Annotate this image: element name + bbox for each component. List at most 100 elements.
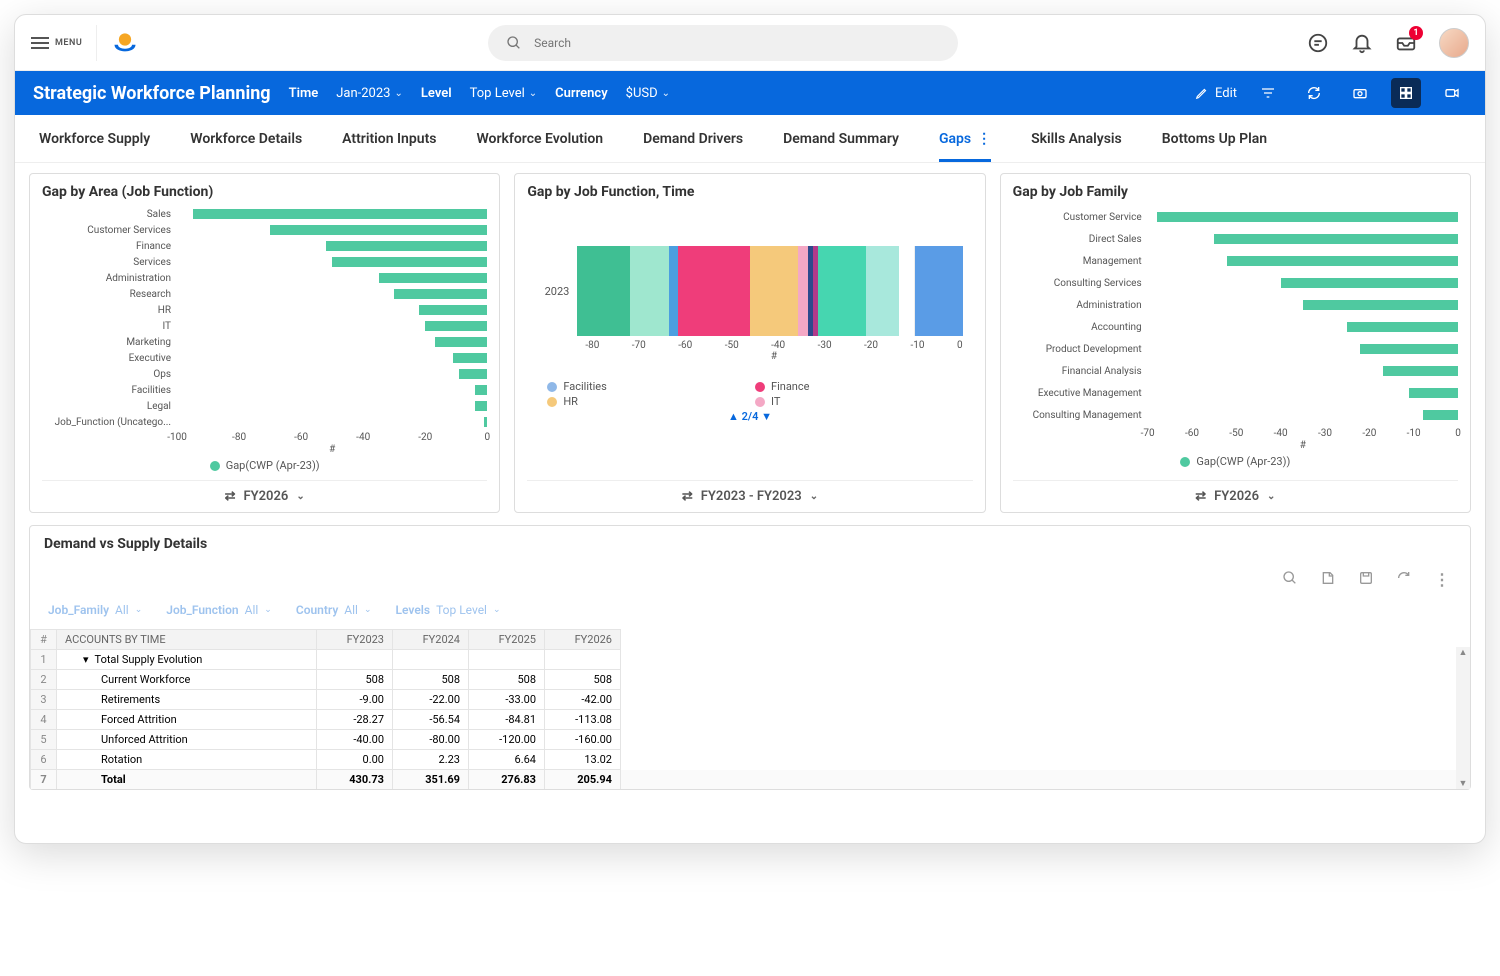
bar[interactable] — [1383, 366, 1458, 376]
value-cell[interactable]: -42.00 — [545, 690, 621, 710]
value-cell[interactable]: -33.00 — [469, 690, 545, 710]
value-cell[interactable] — [545, 650, 621, 670]
account-cell[interactable]: Rotation — [57, 750, 317, 770]
value-cell[interactable]: -160.00 — [545, 730, 621, 750]
camera-icon[interactable] — [1345, 78, 1375, 108]
value-cell[interactable]: 276.83 — [469, 770, 545, 790]
stacked-segment[interactable] — [915, 246, 963, 336]
bar[interactable] — [1347, 322, 1458, 332]
grid-view-icon[interactable] — [1391, 78, 1421, 108]
video-icon[interactable] — [1437, 78, 1467, 108]
value-cell[interactable]: 2.23 — [393, 750, 469, 770]
kebab-icon[interactable]: ⋮ — [1434, 570, 1450, 589]
bar[interactable] — [1214, 234, 1458, 244]
value-cell[interactable]: -40.00 — [317, 730, 393, 750]
col-header[interactable]: ACCOUNTS BY TIME — [57, 630, 317, 650]
value-cell[interactable]: 508 — [469, 670, 545, 690]
tab-gaps[interactable]: Gaps⋮ — [939, 117, 991, 161]
chat-icon[interactable] — [1307, 32, 1329, 54]
bar[interactable] — [475, 401, 487, 411]
tab-options-icon[interactable]: ⋮ — [977, 131, 991, 147]
stacked-segment[interactable] — [899, 246, 914, 336]
stacked-segment[interactable] — [866, 246, 900, 336]
col-header[interactable]: FY2023 — [317, 630, 393, 650]
card-footer-selector[interactable]: ⇄ FY2026 ⌄ — [42, 480, 487, 506]
card-footer-selector[interactable]: ⇄ FY2026 ⌄ — [1013, 480, 1458, 506]
value-cell[interactable]: 508 — [545, 670, 621, 690]
account-cell[interactable]: Total — [57, 770, 317, 790]
stacked-segment[interactable] — [577, 246, 630, 336]
bar[interactable] — [435, 337, 488, 347]
bar[interactable] — [1303, 300, 1458, 310]
bar[interactable] — [459, 369, 487, 379]
value-cell[interactable]: -56.54 — [393, 710, 469, 730]
filter-job_function[interactable]: Job_FunctionAll⌄ — [166, 603, 272, 617]
search-box[interactable] — [488, 25, 958, 61]
bar[interactable] — [1360, 344, 1458, 354]
legend-pager[interactable]: ▲ 2/4 ▼ — [527, 410, 972, 423]
value-cell[interactable]: 6.64 — [469, 750, 545, 770]
save-icon[interactable] — [1358, 570, 1374, 586]
bar[interactable] — [419, 305, 487, 315]
value-cell[interactable] — [469, 650, 545, 670]
bar[interactable] — [1281, 278, 1458, 288]
bar[interactable] — [425, 321, 487, 331]
level-selector[interactable]: Top Level⌄ — [470, 86, 538, 101]
value-cell[interactable]: 0.00 — [317, 750, 393, 770]
filter-icon[interactable] — [1253, 78, 1283, 108]
bar[interactable] — [1157, 212, 1458, 222]
bar[interactable] — [453, 353, 487, 363]
bar[interactable] — [475, 385, 487, 395]
avatar[interactable] — [1439, 28, 1469, 58]
value-cell[interactable]: 430.73 — [317, 770, 393, 790]
value-cell[interactable]: -113.08 — [545, 710, 621, 730]
value-cell[interactable]: -28.27 — [317, 710, 393, 730]
bar[interactable] — [193, 209, 488, 219]
stacked-segment[interactable] — [669, 246, 679, 336]
filter-job_family[interactable]: Job_FamilyAll⌄ — [48, 603, 142, 617]
search-input[interactable] — [534, 36, 940, 50]
value-cell[interactable]: 205.94 — [545, 770, 621, 790]
card-footer-selector[interactable]: ⇄ FY2023 - FY2023 ⌄ — [527, 480, 972, 506]
account-cell[interactable]: ▾Total Supply Evolution — [57, 650, 317, 670]
value-cell[interactable]: 351.69 — [393, 770, 469, 790]
stacked-segment[interactable] — [630, 246, 668, 336]
tab-workforce-supply[interactable]: Workforce Supply — [39, 117, 150, 161]
menu-button[interactable]: MENU — [31, 37, 82, 49]
value-cell[interactable]: -120.00 — [469, 730, 545, 750]
col-header[interactable]: FY2024 — [393, 630, 469, 650]
account-cell[interactable]: Unforced Attrition — [57, 730, 317, 750]
col-header[interactable]: # — [31, 630, 57, 650]
tab-demand-drivers[interactable]: Demand Drivers — [643, 117, 743, 161]
tab-skills-analysis[interactable]: Skills Analysis — [1031, 117, 1122, 161]
value-cell[interactable]: -9.00 — [317, 690, 393, 710]
bar[interactable] — [379, 273, 488, 283]
value-cell[interactable] — [393, 650, 469, 670]
refresh-icon[interactable] — [1299, 78, 1329, 108]
stacked-segment[interactable] — [818, 246, 866, 336]
value-cell[interactable]: 508 — [317, 670, 393, 690]
export-icon[interactable] — [1320, 570, 1336, 586]
expand-icon[interactable]: ▾ — [83, 653, 89, 666]
value-cell[interactable]: -22.00 — [393, 690, 469, 710]
time-selector[interactable]: Jan-2023⌄ — [336, 86, 403, 101]
value-cell[interactable]: -80.00 — [393, 730, 469, 750]
refresh-icon[interactable] — [1396, 570, 1412, 586]
account-cell[interactable]: Current Workforce — [57, 670, 317, 690]
col-header[interactable]: FY2025 — [469, 630, 545, 650]
currency-selector[interactable]: $USD⌄ — [626, 86, 670, 101]
stacked-segment[interactable] — [750, 246, 798, 336]
bar[interactable] — [1409, 388, 1458, 398]
tab-bottoms-up-plan[interactable]: Bottoms Up Plan — [1162, 117, 1267, 161]
account-cell[interactable]: Forced Attrition — [57, 710, 317, 730]
bar[interactable] — [326, 241, 487, 251]
value-cell[interactable]: 508 — [393, 670, 469, 690]
bar[interactable] — [332, 257, 487, 267]
col-header[interactable]: FY2026 — [545, 630, 621, 650]
bar[interactable] — [1423, 410, 1458, 420]
bell-icon[interactable] — [1351, 32, 1373, 54]
value-cell[interactable]: -84.81 — [469, 710, 545, 730]
scrollbar-vertical[interactable]: ▲▼ — [1456, 647, 1470, 789]
bar[interactable] — [270, 225, 487, 235]
tab-attrition-inputs[interactable]: Attrition Inputs — [342, 117, 436, 161]
